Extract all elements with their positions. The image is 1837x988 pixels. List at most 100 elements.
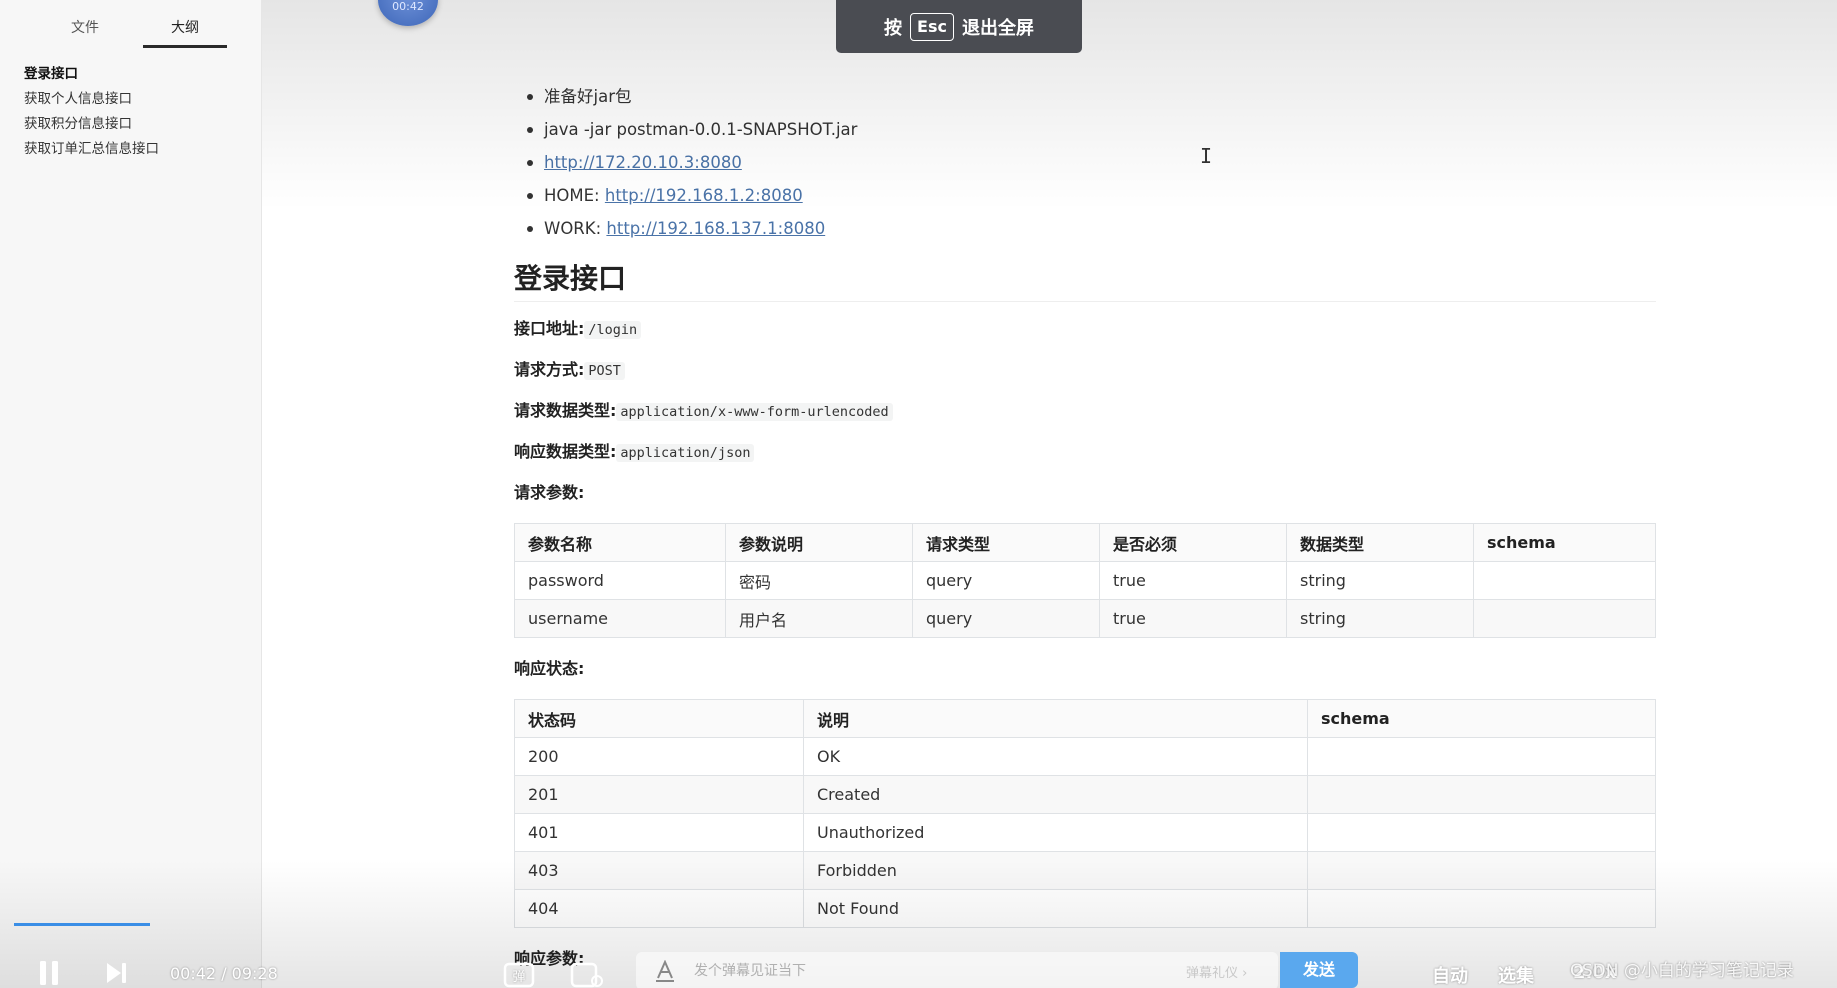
table-cell bbox=[1307, 851, 1656, 890]
table-cell bbox=[1307, 775, 1656, 814]
playback-time: 00:42 / 09:28 bbox=[170, 964, 278, 983]
table-header: 请求类型 bbox=[912, 523, 1100, 562]
table-header: 参数名称 bbox=[514, 523, 726, 562]
table-cell: 403 bbox=[514, 851, 804, 890]
bullet-list: 准备好jar包 java -jar postman-0.0.1-SNAPSHOT… bbox=[514, 80, 1656, 245]
outline-item-login[interactable]: 登录接口 bbox=[24, 62, 254, 87]
danmaku-input[interactable] bbox=[694, 952, 1094, 988]
episodes-button[interactable]: 选集 bbox=[1498, 962, 1534, 988]
danmaku-etiquette-link[interactable]: 弹幕礼仪 › bbox=[1186, 962, 1247, 981]
response-data-type-label: 响应数据类型: bbox=[514, 442, 617, 461]
table-cell: 密码 bbox=[725, 561, 913, 600]
list-item: 准备好jar包 bbox=[514, 80, 1656, 113]
danmaku-toggle-glyph: 弹 bbox=[512, 970, 525, 985]
request-params-heading: 请求参数: bbox=[514, 480, 1656, 505]
table-cell: 用户名 bbox=[725, 599, 913, 638]
send-danmaku-button[interactable]: 发送 bbox=[1280, 952, 1358, 988]
exit-fullscreen-banner: 按 Esc 退出全屏 bbox=[836, 0, 1082, 53]
request-params-label: 请求参数: bbox=[514, 483, 585, 502]
outline-item-points[interactable]: 获取积分信息接口 bbox=[24, 112, 254, 137]
bubble-text: 00:42 bbox=[392, 0, 424, 13]
danmaku-settings-icon[interactable] bbox=[570, 960, 604, 988]
response-status-label: 响应状态: bbox=[514, 659, 585, 678]
table-cell: string bbox=[1286, 599, 1474, 638]
table-row: 200 OK bbox=[514, 737, 1656, 776]
table-cell: 200 bbox=[514, 737, 804, 776]
link-local-ip[interactable]: http://172.20.10.3:8080 bbox=[544, 153, 742, 172]
outline-item-orders[interactable]: 获取订单汇总信息接口 bbox=[24, 137, 254, 162]
table-cell: 201 bbox=[514, 775, 804, 814]
next-icon[interactable] bbox=[105, 962, 127, 984]
table-cell: true bbox=[1099, 561, 1287, 600]
table-row: 401 Unauthorized bbox=[514, 813, 1656, 852]
tab-outline-label: 大纲 bbox=[171, 20, 199, 36]
table-row: 403 Forbidden bbox=[514, 851, 1656, 890]
table-cell: username bbox=[514, 599, 726, 638]
list-item: HOME: http://192.168.1.2:8080 bbox=[514, 179, 1656, 212]
table-cell: OK bbox=[803, 737, 1308, 776]
table-cell: string bbox=[1286, 561, 1474, 600]
esc-prefix: 按 bbox=[884, 17, 903, 39]
table-header-row: 参数名称 参数说明 请求类型 是否必须 数据类型 schema bbox=[514, 523, 1656, 562]
table-cell: password bbox=[514, 561, 726, 600]
table-row: 201 Created bbox=[514, 775, 1656, 814]
watermark: CSDN @小白的学习笔记记录 bbox=[1570, 961, 1794, 981]
text-cursor-icon: I bbox=[1200, 144, 1213, 168]
danmaku-bar: 弹幕礼仪 › bbox=[636, 952, 1278, 988]
table-cell bbox=[1307, 737, 1656, 776]
list-item: http://172.20.10.3:8080 bbox=[514, 146, 1656, 179]
table-row: username 用户名 query true string bbox=[514, 599, 1656, 638]
link-home-ip[interactable]: http://192.168.1.2:8080 bbox=[605, 186, 803, 205]
list-item: java -jar postman-0.0.1-SNAPSHOT.jar bbox=[514, 113, 1656, 146]
request-method-label: 请求方式: bbox=[514, 360, 585, 379]
esc-suffix: 退出全屏 bbox=[961, 17, 1034, 39]
table-cell: 404 bbox=[514, 889, 804, 928]
esc-key-icon: Esc bbox=[910, 12, 954, 41]
document-content: 准备好jar包 java -jar postman-0.0.1-SNAPSHOT… bbox=[514, 80, 1656, 971]
request-data-type-label: 请求数据类型: bbox=[514, 401, 617, 420]
time-current: 00:42 bbox=[170, 964, 217, 983]
api-address-value: /login bbox=[584, 321, 642, 339]
request-data-type: 请求数据类型: application/x-www-form-urlencoded bbox=[514, 398, 1656, 425]
pause-icon[interactable] bbox=[38, 961, 60, 985]
table-row: 404 Not Found bbox=[514, 889, 1656, 928]
api-address-label: 接口地址: bbox=[514, 319, 585, 338]
text-style-icon[interactable] bbox=[654, 960, 676, 982]
sidebar-tabs: 文件 大纲 bbox=[20, 18, 240, 48]
table-header: 说明 bbox=[803, 699, 1308, 738]
table-cell: query bbox=[912, 561, 1100, 600]
table-cell bbox=[1307, 889, 1656, 928]
request-method: 请求方式: POST bbox=[514, 357, 1656, 384]
danmaku-toggle-icon[interactable]: 弹 bbox=[503, 960, 535, 988]
auto-quality-button[interactable]: 自动 bbox=[1432, 962, 1468, 988]
tab-files[interactable]: 文件 bbox=[40, 18, 130, 48]
table-cell: Forbidden bbox=[803, 851, 1308, 890]
table-cell bbox=[1307, 813, 1656, 852]
player-controls: 00:42 / 09:28 弹 弹幕礼仪 › 发送 自动 选集 2.0x bbox=[0, 950, 1837, 988]
table-header: 是否必须 bbox=[1099, 523, 1287, 562]
api-address: 接口地址:/login bbox=[514, 316, 1656, 343]
table-cell: Created bbox=[803, 775, 1308, 814]
table-header: 状态码 bbox=[514, 699, 804, 738]
table-cell: Not Found bbox=[803, 889, 1308, 928]
section-title: 登录接口 bbox=[514, 261, 1656, 302]
table-header: 参数说明 bbox=[725, 523, 913, 562]
active-tab-underline bbox=[143, 45, 227, 48]
outline-item-profile[interactable]: 获取个人信息接口 bbox=[24, 87, 254, 112]
time-separator: / bbox=[216, 964, 232, 983]
request-data-type-value: application/x-www-form-urlencoded bbox=[616, 403, 893, 421]
table-cell: 401 bbox=[514, 813, 804, 852]
sidebar: 文件 大纲 登录接口 获取个人信息接口 获取积分信息接口 获取订单汇总信息接口 bbox=[0, 0, 262, 988]
response-data-type: 响应数据类型: application/json bbox=[514, 439, 1656, 466]
video-progress-bar[interactable] bbox=[14, 923, 1823, 926]
home-label: HOME: bbox=[544, 186, 605, 205]
table-cell bbox=[1473, 561, 1656, 600]
list-item: WORK: http://192.168.137.1:8080 bbox=[514, 212, 1656, 245]
work-label: WORK: bbox=[544, 219, 607, 238]
tab-outline[interactable]: 大纲 bbox=[143, 18, 227, 48]
floating-time-bubble[interactable]: 00:42 bbox=[378, 0, 438, 26]
link-work-ip[interactable]: http://192.168.137.1:8080 bbox=[606, 219, 825, 238]
table-header-row: 状态码 说明 schema bbox=[514, 699, 1656, 738]
table-cell bbox=[1473, 599, 1656, 638]
table-header: 数据类型 bbox=[1286, 523, 1474, 562]
